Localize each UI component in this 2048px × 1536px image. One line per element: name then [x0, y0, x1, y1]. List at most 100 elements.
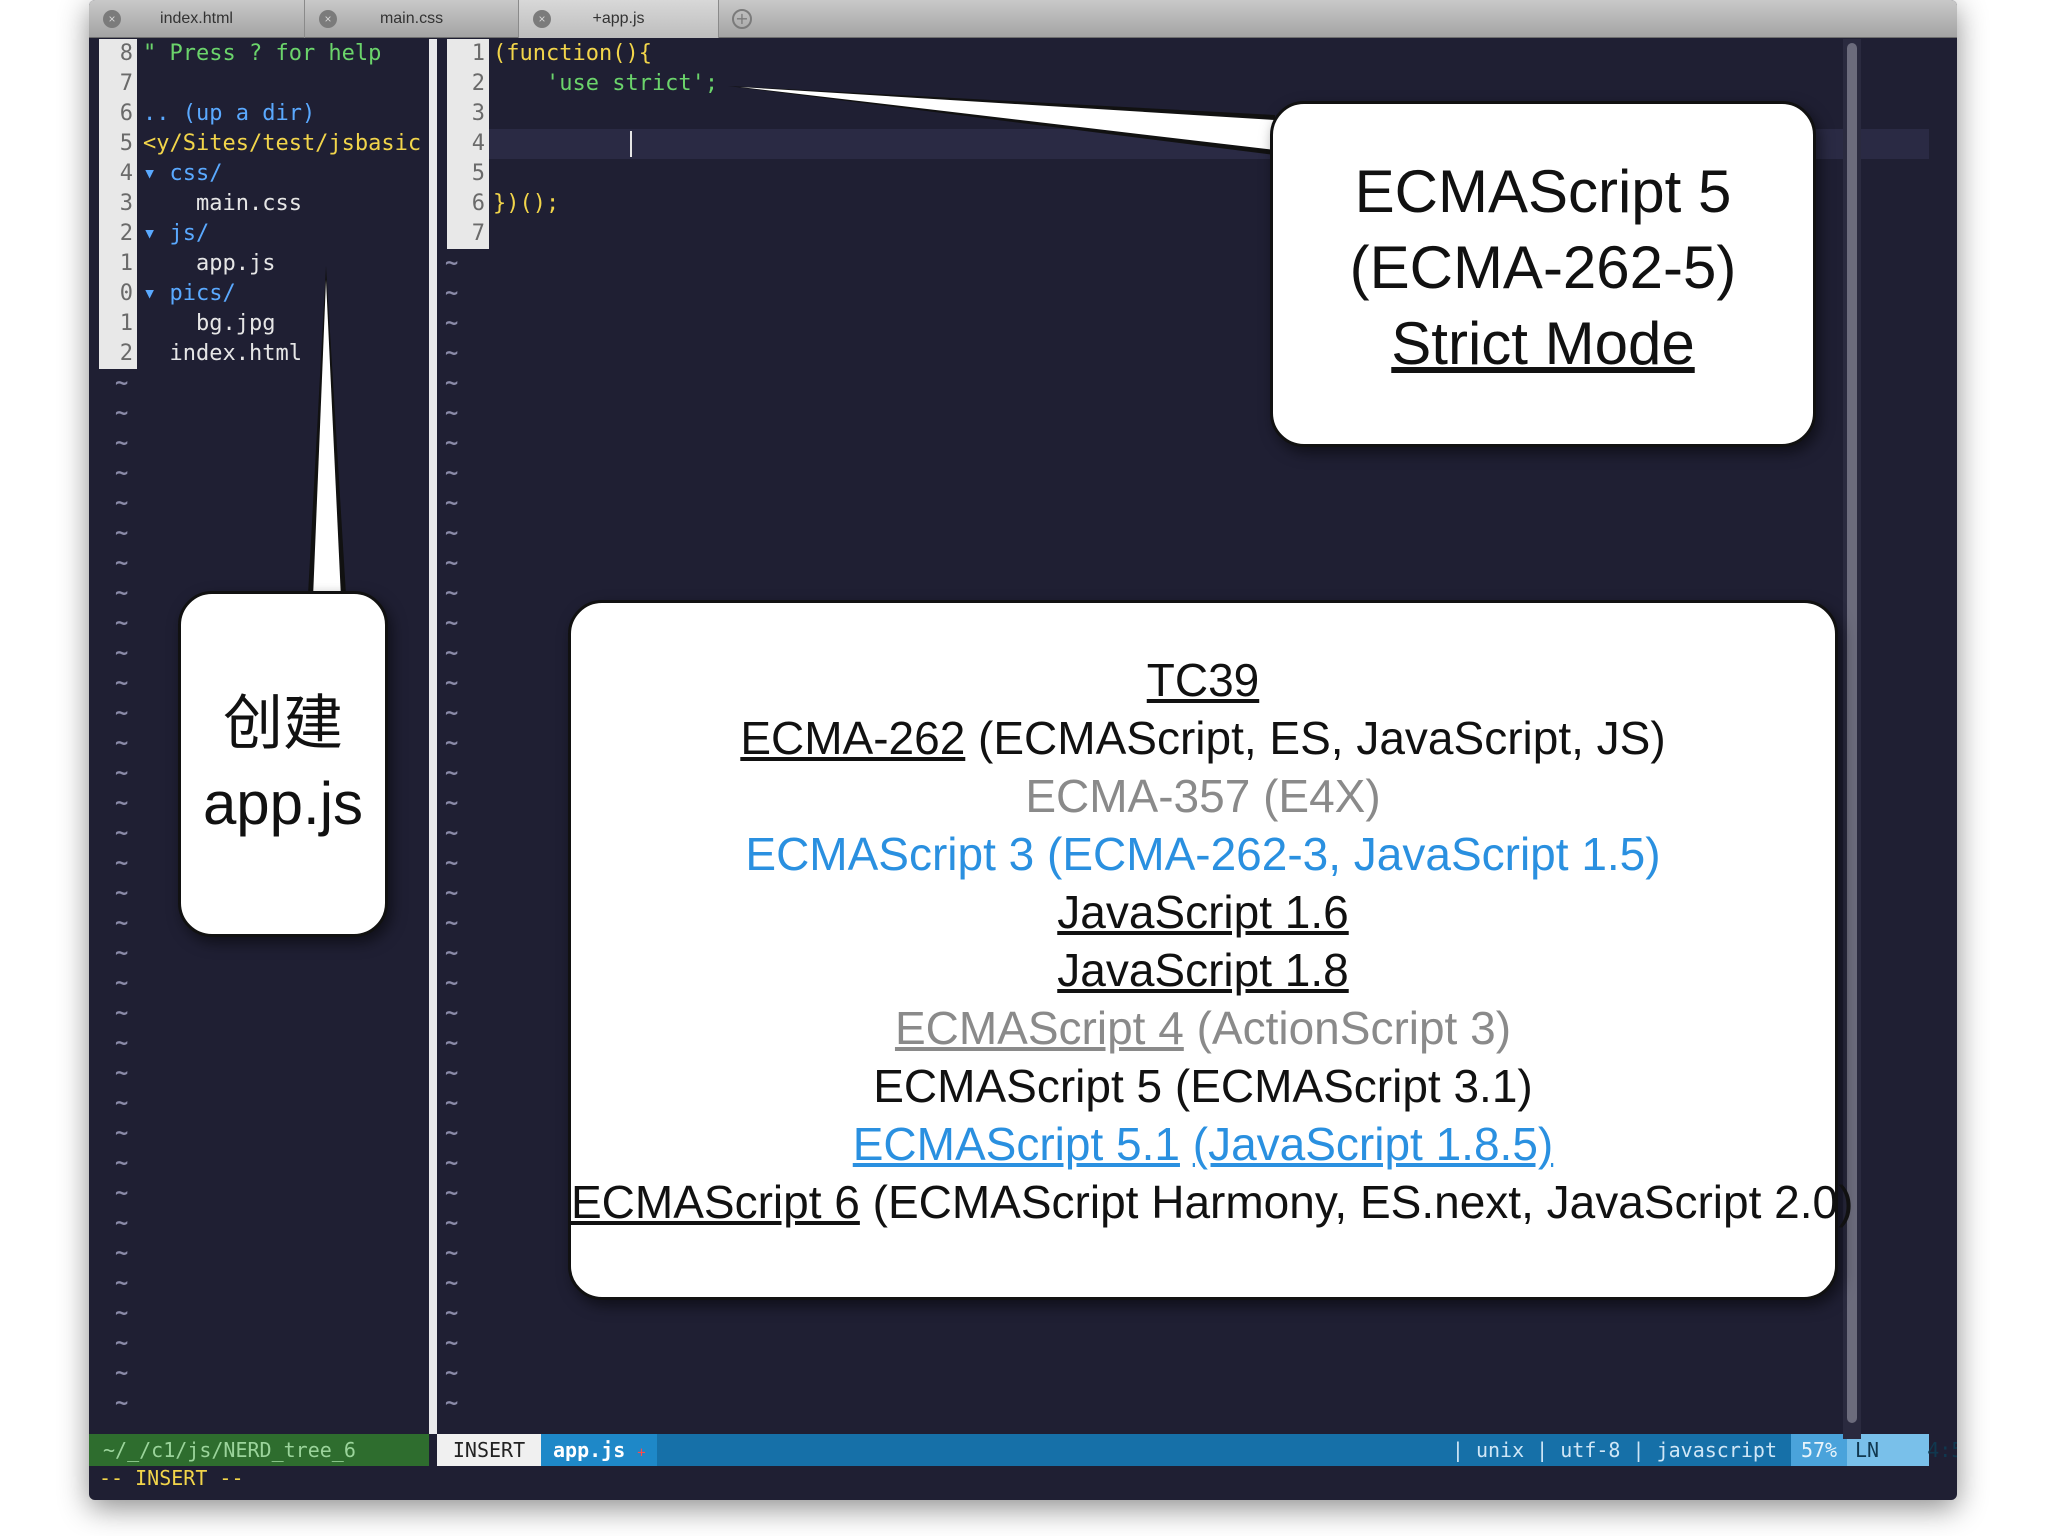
empty-line-tilde: ~: [115, 1361, 129, 1386]
line-number: 5: [471, 161, 485, 186]
empty-line-tilde: ~: [445, 1271, 459, 1296]
line-number: 0: [119, 281, 133, 306]
empty-line-tilde: ~: [445, 611, 459, 636]
line-number: 6: [471, 191, 485, 216]
callout-line: (ECMA-262-5): [1349, 234, 1737, 301]
empty-line-tilde: ~: [445, 491, 459, 516]
file-name: app.js +: [541, 1434, 657, 1466]
empty-line-tilde: ~: [445, 701, 459, 726]
command-line[interactable]: -- INSERT --: [89, 1466, 1929, 1500]
code-line[interactable]: (function(){: [493, 39, 652, 69]
line-number: 1: [119, 251, 133, 276]
tab-label: main.css: [379, 10, 444, 27]
es51-text: ECMAScript 5.1: [852, 1118, 1180, 1170]
scrollbar[interactable]: [1843, 39, 1861, 1439]
empty-line-tilde: ~: [445, 431, 459, 456]
ecma262-rest: (ECMAScript, ES, JavaScript, JS): [965, 712, 1666, 764]
tab-app-js[interactable]: × +app.js: [519, 0, 719, 38]
line-number: 2: [119, 221, 133, 246]
empty-line-tilde: ~: [115, 611, 129, 636]
empty-line-tilde: ~: [115, 491, 129, 516]
empty-line-tilde: ~: [445, 461, 459, 486]
empty-line-tilde: ~: [445, 941, 459, 966]
empty-line-tilde: ~: [115, 1121, 129, 1146]
empty-line-tilde: ~: [445, 401, 459, 426]
line-number: 8: [119, 41, 133, 66]
callout-line: ECMAScript 5: [1354, 158, 1732, 225]
callout-line: 创建: [223, 690, 343, 757]
es51-gap: [1180, 1118, 1193, 1170]
empty-line-tilde: ~: [445, 1121, 459, 1146]
list-item: JavaScript 1.6: [571, 883, 1835, 941]
tab-label: index.html: [160, 10, 233, 27]
add-tab-icon[interactable]: +: [732, 9, 752, 29]
line-number: 6: [119, 101, 133, 126]
tab-index-html[interactable]: × index.html: [89, 0, 305, 38]
tree-entry[interactable]: main.css: [143, 189, 302, 219]
mode-indicator: INSERT: [437, 1434, 541, 1466]
tc39-text: TC39: [1146, 654, 1260, 706]
empty-line-tilde: ~: [115, 371, 129, 396]
list-item: ECMA-262 (ECMAScript, ES, JavaScript, JS…: [571, 709, 1835, 767]
empty-line-tilde: ~: [445, 911, 459, 936]
es6-rest: (ECMAScript Harmony, ES.next, JavaScript…: [859, 1176, 1854, 1228]
list-item: ECMAScript 4 (ActionScript 3): [571, 999, 1835, 1057]
tree-entry[interactable]: index.html: [143, 339, 301, 369]
code-line[interactable]: })();: [493, 189, 559, 219]
line-number: 4: [119, 161, 133, 186]
empty-line-tilde: ~: [115, 1181, 129, 1206]
empty-line-tilde: ~: [115, 1061, 129, 1086]
callout-line: Strict Mode: [1391, 310, 1695, 377]
tree-entry[interactable]: ▾ js/: [143, 219, 209, 249]
empty-line-tilde: ~: [115, 1091, 129, 1116]
line-number: 2: [119, 341, 133, 366]
empty-line-tilde: ~: [445, 731, 459, 756]
empty-line-tilde: ~: [445, 791, 459, 816]
tab-bar: × index.html × main.css × +app.js +: [89, 0, 1957, 38]
empty-line-tilde: ~: [115, 881, 129, 906]
empty-line-tilde: ~: [445, 371, 459, 396]
empty-line-tilde: ~: [115, 641, 129, 666]
tree-entry[interactable]: ▾ pics/: [143, 279, 236, 309]
empty-line-tilde: ~: [115, 581, 129, 606]
empty-line-tilde: ~: [115, 521, 129, 546]
empty-line-tilde: ~: [445, 821, 459, 846]
tab-main-css[interactable]: × main.css: [305, 0, 519, 38]
list-item: TC39: [571, 651, 1835, 709]
line-number: 3: [471, 101, 485, 126]
list-item: ECMAScript 3 (ECMA-262-3, JavaScript 1.5…: [745, 828, 1661, 880]
tree-status: ~/_/c1/js/NERD_tree_6: [89, 1434, 429, 1466]
window-separator[interactable]: [429, 39, 437, 1434]
tree-entry[interactable]: app.js: [143, 249, 275, 279]
create-callout: 创建 app.js: [178, 591, 388, 937]
empty-line-tilde: ~: [445, 251, 459, 276]
empty-line-tilde: ~: [115, 1331, 129, 1356]
empty-line-tilde: ~: [115, 1391, 129, 1416]
empty-line-tilde: ~: [115, 1241, 129, 1266]
empty-line-tilde: ~: [115, 821, 129, 846]
empty-line-tilde: ~: [115, 1001, 129, 1026]
tree-entry[interactable]: .. (up a dir): [143, 99, 315, 129]
empty-line-tilde: ~: [445, 281, 459, 306]
ecma262-text: ECMA-262: [740, 712, 966, 764]
ecmascript-list-callout: TC39 ECMA-262 (ECMAScript, ES, JavaScrip…: [568, 600, 1853, 1300]
tree-entry[interactable]: <y/Sites/test/jsbasic: [143, 129, 421, 159]
js16-text: JavaScript 1.6: [1057, 886, 1349, 938]
js185-text: (JavaScript 1.8.5): [1192, 1118, 1554, 1170]
callout-line: app.js: [202, 770, 364, 837]
tree-entry[interactable]: ▾ css/: [143, 159, 222, 189]
line-number: 1: [119, 311, 133, 336]
empty-line-tilde: ~: [445, 1001, 459, 1026]
empty-line-tilde: ~: [445, 551, 459, 576]
code-line[interactable]: 'use strict';: [493, 69, 718, 99]
line-number: 7: [471, 221, 485, 246]
empty-line-tilde: ~: [115, 551, 129, 576]
tree-entry[interactable]: bg.jpg: [143, 309, 275, 339]
line-number: 2: [471, 71, 485, 96]
tree-entry[interactable]: " Press ? for help: [143, 39, 381, 69]
empty-line-tilde: ~: [445, 1241, 459, 1266]
empty-line-tilde: ~: [445, 1211, 459, 1236]
status-bar: ~/_/c1/js/NERD_tree_6 INSERT app.js + | …: [89, 1434, 1957, 1466]
empty-line-tilde: ~: [445, 971, 459, 996]
empty-line-tilde: ~: [115, 911, 129, 936]
